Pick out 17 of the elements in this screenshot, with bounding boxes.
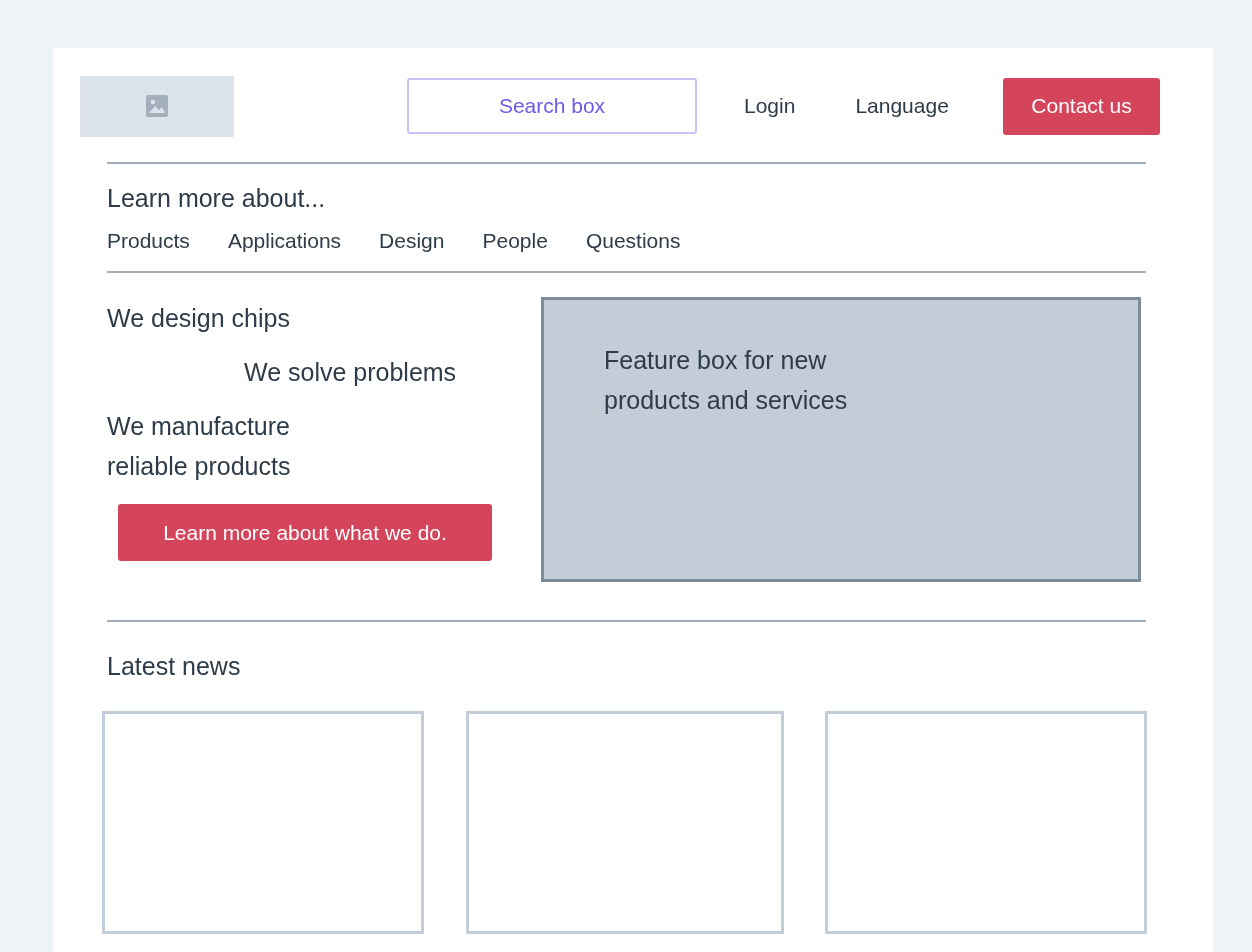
- tagline: We manufacture reliable products: [107, 411, 292, 482]
- nav-link[interactable]: People: [482, 229, 548, 253]
- section-heading: Learn more about...: [107, 184, 327, 213]
- tagline: We design chips: [107, 303, 291, 334]
- image-icon: [146, 95, 168, 117]
- tagline: We solve problems: [244, 357, 458, 388]
- section-heading: Latest news: [107, 652, 242, 681]
- nav-link[interactable]: Questions: [585, 229, 681, 253]
- nav-link[interactable]: Language: [855, 94, 949, 118]
- nav-link[interactable]: Products: [107, 229, 190, 253]
- nav-link[interactable]: Design: [379, 229, 445, 253]
- nav-link[interactable]: Login: [744, 94, 796, 118]
- contact-button[interactable]: Contact us: [1003, 77, 1160, 135]
- feature-text: Feature box for new products and services: [604, 345, 848, 416]
- nav-link[interactable]: Applications: [227, 229, 342, 253]
- search-field[interactable]: Search box: [407, 78, 697, 134]
- learn-more-button[interactable]: Learn more about what we do.: [118, 504, 492, 561]
